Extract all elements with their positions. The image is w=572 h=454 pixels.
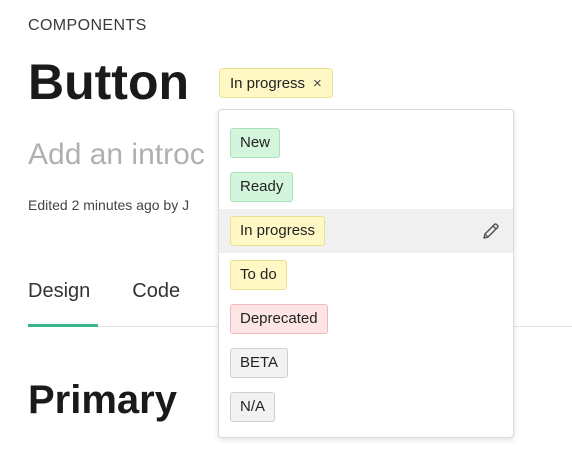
status-tag-option: BETA bbox=[230, 348, 289, 378]
status-tag-option: Deprecated bbox=[230, 304, 328, 334]
section-title: Primary bbox=[28, 378, 177, 422]
status-tag-label: In progress bbox=[230, 74, 306, 92]
status-option-to-do[interactable]: To do bbox=[219, 253, 513, 297]
status-tag-option: Ready bbox=[230, 172, 294, 202]
tab-code[interactable]: Code bbox=[132, 280, 180, 303]
status-tag[interactable]: In progress × bbox=[219, 68, 333, 98]
status-option-ready[interactable]: Ready bbox=[219, 165, 513, 209]
status-tag-option: In progress bbox=[230, 216, 326, 246]
edited-info: Edited 2 minutes ago by J bbox=[28, 197, 190, 213]
status-dropdown: New Ready In progress To do Deprecated B… bbox=[218, 109, 514, 438]
tab-bar: Design Code bbox=[28, 280, 180, 303]
status-tag-option: To do bbox=[230, 260, 287, 290]
intro-input[interactable]: Add an introc bbox=[28, 138, 205, 172]
status-option-beta[interactable]: BETA bbox=[219, 341, 513, 385]
breadcrumb[interactable]: COMPONENTS bbox=[28, 17, 147, 35]
page-title: Button bbox=[28, 54, 190, 110]
status-option-new[interactable]: New bbox=[219, 121, 513, 165]
pencil-icon[interactable] bbox=[481, 221, 501, 241]
status-tag-option: New bbox=[230, 128, 281, 158]
status-option-in-progress[interactable]: In progress bbox=[219, 209, 513, 253]
status-tag-option: N/A bbox=[230, 392, 276, 422]
close-icon[interactable]: × bbox=[313, 76, 322, 91]
page: COMPONENTS Button In progress × Add an i… bbox=[0, 0, 572, 454]
active-tab-indicator bbox=[28, 324, 98, 327]
status-option-deprecated[interactable]: Deprecated bbox=[219, 297, 513, 341]
status-option-na[interactable]: N/A bbox=[219, 385, 513, 429]
tab-design[interactable]: Design bbox=[28, 280, 90, 303]
